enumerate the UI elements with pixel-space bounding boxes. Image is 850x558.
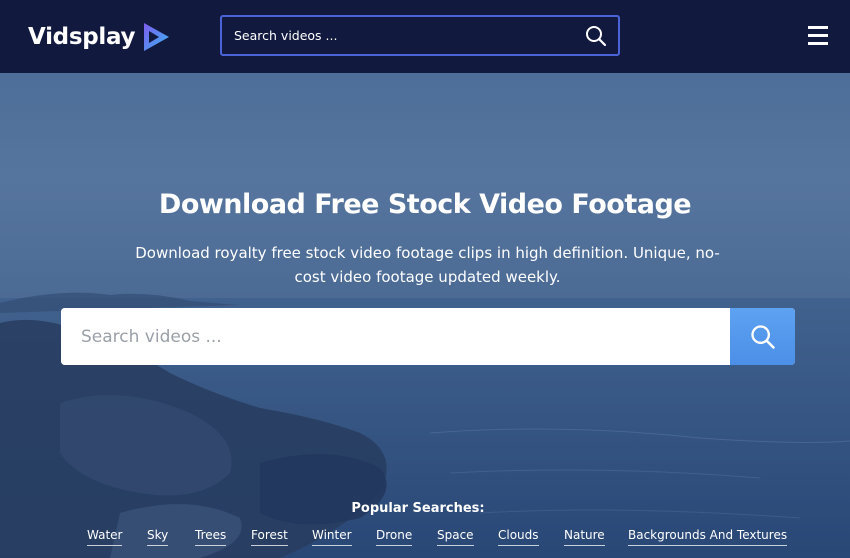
- top-navigation-bar: Vidsplay: [0, 0, 850, 73]
- hamburger-menu-icon: [808, 26, 828, 29]
- hero-section: Download Free Stock Video Footage Downlo…: [0, 73, 850, 558]
- popular-searches-title: Popular Searches:: [351, 501, 485, 516]
- popular-tag-space[interactable]: Space: [437, 528, 474, 546]
- logo-text: Vidsplay: [28, 24, 136, 50]
- hero-subtitle: Download royalty free stock video footag…: [135, 244, 720, 286]
- popular-tag-water[interactable]: Water: [87, 528, 123, 546]
- header-search-input[interactable]: [222, 17, 572, 54]
- popular-tag-drone[interactable]: Drone: [376, 528, 413, 546]
- popular-tag-nature[interactable]: Nature: [564, 528, 605, 546]
- site-logo[interactable]: Vidsplay: [28, 20, 172, 54]
- hero-search-input[interactable]: [61, 308, 730, 365]
- play-logo-icon: [144, 23, 170, 51]
- popular-tag-clouds[interactable]: Clouds: [498, 528, 539, 546]
- header-search-box: [220, 15, 620, 56]
- popular-tag-trees[interactable]: Trees: [195, 528, 227, 546]
- popular-tag-backgrounds-and-textures[interactable]: Backgrounds And Textures: [628, 528, 788, 546]
- header-search-button[interactable]: [584, 24, 608, 48]
- hero-search-button[interactable]: [730, 308, 795, 365]
- popular-tag-winter[interactable]: Winter: [312, 528, 352, 546]
- hamburger-menu-button[interactable]: [808, 26, 828, 45]
- popular-tag-sky[interactable]: Sky: [147, 528, 169, 546]
- search-icon: [586, 26, 607, 47]
- search-icon: [750, 324, 775, 349]
- hero-search-box: [61, 308, 795, 365]
- popular-tag-forest[interactable]: Forest: [251, 528, 288, 546]
- hero-title: Download Free Stock Video Footage: [158, 189, 692, 220]
